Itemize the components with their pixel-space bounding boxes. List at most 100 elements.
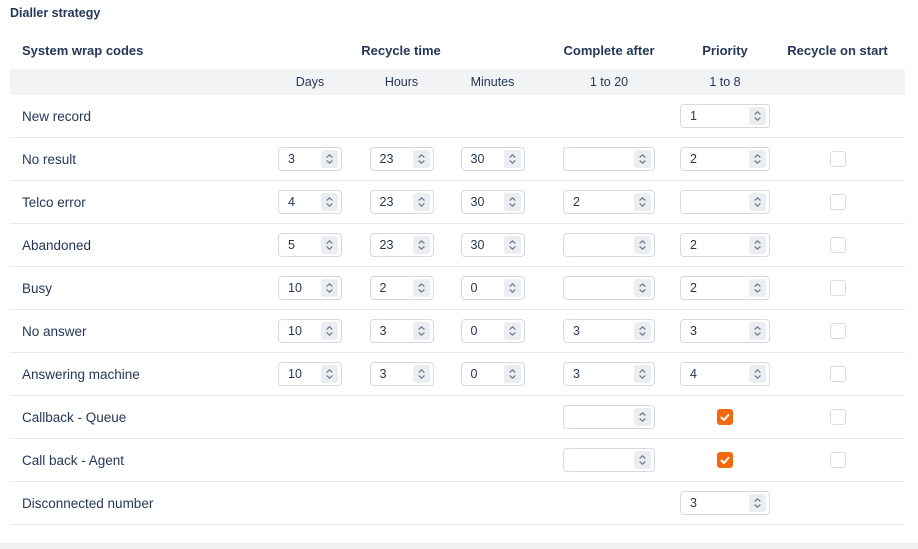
- priority-spinner[interactable]: 1: [680, 104, 770, 128]
- complete-after-spinner[interactable]: 3: [563, 319, 655, 343]
- priority-spinner[interactable]: 4: [680, 362, 770, 386]
- recycle-on-start-checkbox[interactable]: [830, 151, 846, 167]
- minutes-cell: [447, 482, 538, 524]
- spinner-stepper-icon[interactable]: [634, 150, 651, 168]
- spinner-stepper-icon[interactable]: [749, 193, 766, 211]
- spinner-stepper-icon[interactable]: [413, 279, 430, 297]
- recycle-on-start-checkbox[interactable]: [830, 194, 846, 210]
- spinner-stepper-icon[interactable]: [504, 322, 521, 340]
- recycle-on-start-checkbox[interactable]: [830, 452, 846, 468]
- recycle-on-start-checkbox[interactable]: [830, 323, 846, 339]
- days-spinner[interactable]: 10: [278, 362, 342, 386]
- minutes-cell: [447, 439, 538, 481]
- complete-after-spinner[interactable]: 3: [563, 362, 655, 386]
- hours-spinner[interactable]: 2: [370, 276, 434, 300]
- hours-spinner[interactable]: 23: [370, 190, 434, 214]
- priority-spinner[interactable]: 2: [680, 276, 770, 300]
- spinner-stepper-icon[interactable]: [504, 365, 521, 383]
- spinner-stepper-icon[interactable]: [749, 494, 766, 512]
- hours-spinner[interactable]: 23: [370, 233, 434, 257]
- spinner-stepper-icon[interactable]: [321, 322, 338, 340]
- wrap-code-label: New record: [10, 95, 264, 137]
- spinner-stepper-icon[interactable]: [321, 193, 338, 211]
- spinner-stepper-icon[interactable]: [634, 279, 651, 297]
- spinner-stepper-icon[interactable]: [749, 150, 766, 168]
- spinner-stepper-icon[interactable]: [413, 150, 430, 168]
- complete-after-cell: 2: [538, 181, 680, 223]
- hours-cell: [356, 439, 447, 481]
- complete-after-cell: 3: [538, 310, 680, 352]
- spinner-stepper-icon[interactable]: [749, 236, 766, 254]
- complete-after-spinner[interactable]: [563, 233, 655, 257]
- recycle-on-start-checkbox[interactable]: [830, 366, 846, 382]
- subheader-minutes: Minutes: [447, 69, 538, 95]
- days-spinner[interactable]: 10: [278, 276, 342, 300]
- spinner-stepper-icon[interactable]: [634, 236, 651, 254]
- days-spinner[interactable]: 10: [278, 319, 342, 343]
- spinner-stepper-icon[interactable]: [749, 322, 766, 340]
- spinner-stepper-icon[interactable]: [749, 365, 766, 383]
- spinner-stepper-icon[interactable]: [634, 408, 651, 426]
- minutes-spinner[interactable]: 30: [461, 190, 525, 214]
- spinner-stepper-icon[interactable]: [413, 193, 430, 211]
- recycle-on-start-checkbox[interactable]: [830, 409, 846, 425]
- days-spinner[interactable]: 3: [278, 147, 342, 171]
- spinner-stepper-icon[interactable]: [634, 365, 651, 383]
- priority-spinner[interactable]: 2: [680, 147, 770, 171]
- hours-spinner[interactable]: 3: [370, 362, 434, 386]
- priority-checkbox[interactable]: [717, 409, 733, 425]
- hours-spinner[interactable]: 23: [370, 147, 434, 171]
- header-recycle-on-start: Recycle on start: [770, 31, 905, 69]
- spinner-stepper-icon[interactable]: [504, 236, 521, 254]
- days-cell: 10: [264, 353, 356, 395]
- minutes-spinner[interactable]: 30: [461, 233, 525, 257]
- minutes-spinner[interactable]: 0: [461, 276, 525, 300]
- complete-after-spinner[interactable]: [563, 147, 655, 171]
- recycle-on-start-checkbox[interactable]: [830, 237, 846, 253]
- spinner-stepper-icon[interactable]: [749, 107, 766, 125]
- complete-after-spinner[interactable]: 2: [563, 190, 655, 214]
- minutes-spinner[interactable]: 0: [461, 319, 525, 343]
- spinner-value: 3: [380, 367, 387, 381]
- spinner-stepper-icon[interactable]: [321, 279, 338, 297]
- wrap-code-label: Answering machine: [10, 353, 264, 395]
- priority-spinner[interactable]: 2: [680, 233, 770, 257]
- days-spinner[interactable]: 4: [278, 190, 342, 214]
- complete-after-spinner[interactable]: [563, 405, 655, 429]
- spinner-stepper-icon[interactable]: [321, 365, 338, 383]
- recycle-on-start-cell: [770, 396, 905, 438]
- spinner-stepper-icon[interactable]: [321, 236, 338, 254]
- spinner-stepper-icon[interactable]: [413, 322, 430, 340]
- hours-cell: [356, 482, 447, 524]
- spinner-stepper-icon[interactable]: [634, 451, 651, 469]
- spinner-stepper-icon[interactable]: [321, 150, 338, 168]
- priority-checkbox[interactable]: [717, 452, 733, 468]
- days-cell: [264, 482, 356, 524]
- priority-cell: 3: [680, 310, 770, 352]
- spinner-stepper-icon[interactable]: [504, 150, 521, 168]
- recycle-on-start-cell: [770, 181, 905, 223]
- wrap-code-label: Callback - Queue: [10, 396, 264, 438]
- priority-spinner[interactable]: 3: [680, 491, 770, 515]
- hours-spinner[interactable]: 3: [370, 319, 434, 343]
- complete-after-spinner[interactable]: [563, 448, 655, 472]
- table-row: Answering machine 10 3 0 3 4: [10, 353, 905, 396]
- complete-after-cell: [538, 95, 680, 137]
- complete-after-spinner[interactable]: [563, 276, 655, 300]
- spinner-stepper-icon[interactable]: [504, 279, 521, 297]
- spinner-value: 3: [380, 324, 387, 338]
- minutes-spinner[interactable]: 30: [461, 147, 525, 171]
- spinner-stepper-icon[interactable]: [634, 193, 651, 211]
- spinner-stepper-icon[interactable]: [504, 193, 521, 211]
- priority-spinner[interactable]: 3: [680, 319, 770, 343]
- spinner-stepper-icon[interactable]: [634, 322, 651, 340]
- spinner-value: 0: [471, 281, 478, 295]
- spinner-stepper-icon[interactable]: [749, 279, 766, 297]
- minutes-spinner[interactable]: 0: [461, 362, 525, 386]
- spinner-stepper-icon[interactable]: [413, 236, 430, 254]
- recycle-on-start-checkbox[interactable]: [830, 280, 846, 296]
- days-spinner[interactable]: 5: [278, 233, 342, 257]
- spinner-stepper-icon[interactable]: [413, 365, 430, 383]
- priority-spinner[interactable]: [680, 190, 770, 214]
- recycle-on-start-cell: [770, 310, 905, 352]
